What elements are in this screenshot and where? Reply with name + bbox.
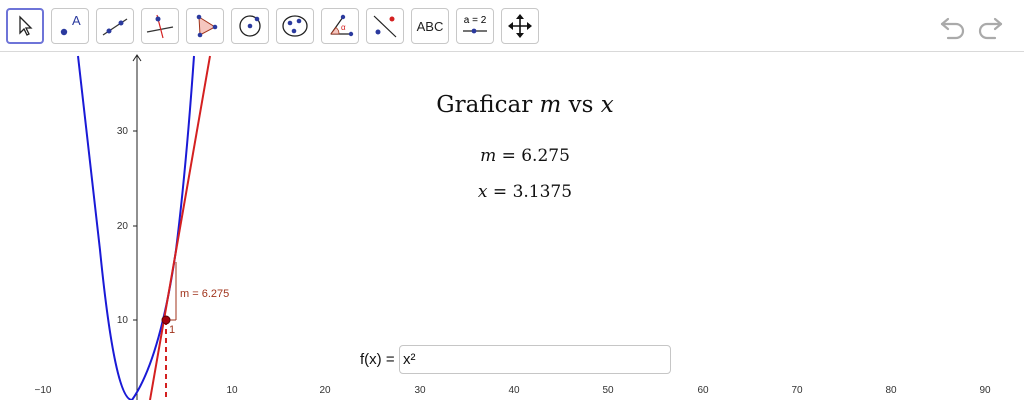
angle-icon: α [330, 14, 354, 37]
line-icon [102, 18, 128, 36]
x-tick-label: 70 [791, 385, 803, 396]
slope-label: m = 6.275 [180, 288, 229, 300]
x-tick-label: 60 [697, 385, 709, 396]
function-input-label: f(x) = [360, 351, 395, 368]
ellipse-tool-button[interactable] [276, 8, 314, 44]
title-vs: vs [561, 92, 601, 118]
x-tick-label: −10 [35, 385, 52, 396]
tangent-line[interactable] [149, 55, 211, 400]
x-tick-label: 20 [319, 385, 331, 396]
tangent-point[interactable] [161, 315, 171, 325]
x-tick-label: 30 [414, 385, 426, 396]
redo-icon[interactable] [975, 12, 1005, 40]
x-value-text: x = 3.1375 [420, 182, 630, 202]
y-tick-label: 10 [117, 315, 129, 326]
x-variable: x [477, 182, 488, 202]
m-variable: m [480, 146, 497, 166]
m-value: = 6.275 [496, 146, 570, 166]
perpendicular-line-icon [146, 14, 174, 39]
title-prefix: Graficar [436, 92, 540, 118]
undo-icon[interactable] [938, 12, 968, 40]
x-tick-label: 50 [602, 385, 614, 396]
slope-triangle-run-label: 1 [169, 324, 175, 336]
title-text: Graficar m vs x [360, 92, 690, 118]
slider-tool-label: a = 2 [464, 15, 487, 26]
angle-tool-label: α [341, 23, 346, 32]
arrow-pointer-icon [19, 15, 33, 36]
polygon-tool-button[interactable] [186, 8, 224, 44]
x-value: = 3.1375 [487, 182, 573, 202]
title-m-var: m [539, 92, 562, 118]
move-graphics-icon [508, 14, 532, 38]
title-x-var: x [600, 92, 614, 118]
slider-tool-button[interactable]: a = 2 [456, 8, 494, 44]
polygon-icon [196, 14, 218, 38]
point-icon: A [60, 13, 81, 36]
line-tool-button[interactable] [96, 8, 134, 44]
move-tool-button[interactable] [6, 8, 44, 44]
slider-icon: a = 2 [463, 15, 487, 34]
circle-tool-button[interactable] [231, 8, 269, 44]
reflect-icon [373, 15, 397, 38]
angle-tool-button[interactable]: α [321, 8, 359, 44]
toolbar: A α ABC a = 2 [0, 0, 1024, 52]
x-tick-label: 10 [226, 385, 238, 396]
ellipse-icon [282, 15, 308, 37]
y-tick-label: 20 [117, 221, 129, 232]
x-tick-label: 80 [885, 385, 897, 396]
y-tick-label: 30 [117, 126, 129, 137]
move-graphics-tool-button[interactable] [501, 8, 539, 44]
function-curve[interactable] [77, 55, 195, 400]
m-value-text: m = 6.275 [420, 146, 630, 166]
circle-icon [239, 15, 261, 37]
text-tool-button[interactable]: ABC [411, 8, 449, 44]
point-tool-label: A [72, 13, 81, 28]
x-tick-label: 40 [508, 385, 520, 396]
function-input[interactable] [399, 345, 671, 374]
perpendicular-line-tool-button[interactable] [141, 8, 179, 44]
reflect-tool-button[interactable] [366, 8, 404, 44]
text-icon: ABC [416, 18, 444, 34]
x-tick-label: 90 [979, 385, 991, 396]
point-tool-button[interactable]: A [51, 8, 89, 44]
